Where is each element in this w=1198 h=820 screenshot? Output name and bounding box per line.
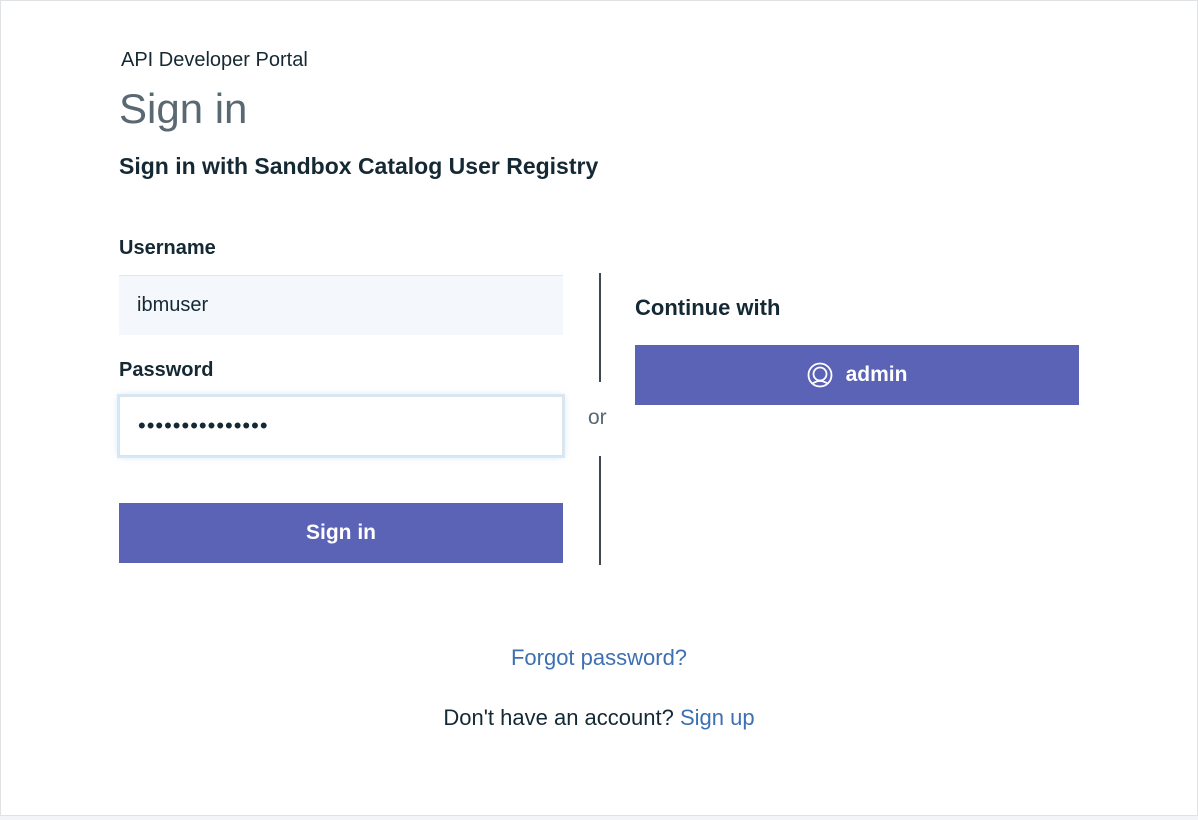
admin-provider-button[interactable]: admin [635,345,1079,405]
username-label: Username [119,237,216,259]
sign-up-link[interactable]: Sign up [680,705,755,730]
or-separator: or [588,406,607,429]
registry-heading: Sign in with Sandbox Catalog User Regist… [119,153,599,179]
password-input[interactable] [119,396,563,456]
divider-line-top [599,273,601,382]
signup-prompt: Don't have an account? Sign up [1,705,1197,731]
username-input[interactable] [119,275,563,335]
sign-in-button[interactable]: Sign in [119,503,563,563]
page-title: Sign in [119,85,248,132]
admin-provider-label: admin [845,363,908,386]
continue-with-heading: Continue with [635,295,781,320]
sign-in-button-label: Sign in [306,521,376,544]
signin-page: API Developer Portal Sign in Sign in wit… [0,0,1198,816]
divider-line-bottom [599,456,601,565]
portal-title: API Developer Portal [121,49,308,71]
forgot-password-link[interactable]: Forgot password? [1,645,1197,671]
password-label: Password [119,359,214,381]
user-circle-icon [807,362,833,388]
no-account-text: Don't have an account? [443,705,674,730]
